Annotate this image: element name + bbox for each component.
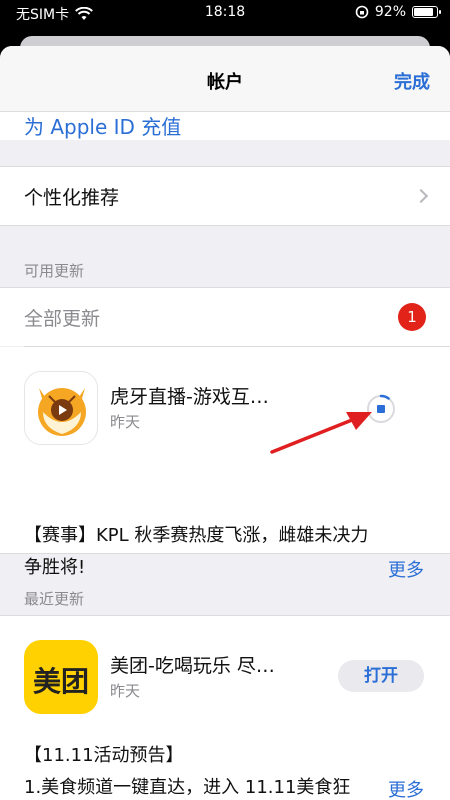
- divider: [0, 225, 450, 226]
- personalized-recommendations-row[interactable]: 个性化推荐: [0, 167, 450, 225]
- battery-fill: [414, 8, 433, 16]
- release-notes-line: 【赛事】KPL 秋季赛热度飞涨，雌雄未决力: [24, 525, 369, 546]
- update-count-badge: 1: [398, 303, 426, 331]
- huya-app-icon: [24, 371, 98, 445]
- update-all-label: 全部更新: [24, 308, 101, 330]
- more-link[interactable]: 更多: [382, 776, 424, 800]
- divider: [0, 553, 450, 554]
- meituan-icon-text: 美团: [32, 665, 89, 698]
- release-notes-line: 【11.11活动预告】: [24, 745, 184, 766]
- chevron-right-icon: [413, 188, 429, 204]
- open-button[interactable]: 打开: [338, 660, 424, 692]
- app-update-item-huya[interactable]: 虎牙直播-游戏互… 昨天 【赛事】KPL 秋季赛热度飞涨，雌雄未决力 争胜将! …: [0, 347, 450, 581]
- download-progress-icon[interactable]: [366, 394, 396, 424]
- battery-icon: [412, 6, 441, 18]
- done-button[interactable]: 完成: [394, 68, 430, 94]
- personalize-label: 个性化推荐: [24, 187, 120, 209]
- app-name: 虎牙直播-游戏互…: [110, 386, 269, 408]
- status-right: 92%: [355, 4, 441, 20]
- meituan-app-icon: 美团: [24, 640, 98, 714]
- recent-updates-header: 最近更新: [24, 590, 85, 608]
- app-update-date: 昨天: [110, 413, 141, 431]
- account-sheet: 帐户 完成 为 Apple ID 充值 个性化推荐 可用更新 全部更新 1 虎牙…: [0, 46, 450, 800]
- status-bar: 无SIM卡 18:18 92%: [0, 0, 450, 26]
- section-gap: [0, 140, 450, 166]
- available-updates-header: 可用更新: [24, 262, 85, 280]
- add-funds-row[interactable]: 为 Apple ID 充值: [0, 108, 450, 140]
- nav-bar: 帐户 完成: [0, 46, 450, 112]
- add-funds-label: 为 Apple ID 充值: [24, 115, 182, 139]
- app-update-item-meituan[interactable]: 美团 美团-吃喝玩乐 尽… 昨天 打开 【11.11活动预告】 1.美食频道一键…: [0, 616, 450, 800]
- orientation-lock-icon: [355, 5, 369, 19]
- page-title: 帐户: [207, 72, 243, 93]
- update-all-row[interactable]: 全部更新 1: [0, 288, 450, 346]
- battery-percent: 92%: [374, 4, 406, 20]
- release-notes-line: 争胜将!: [24, 557, 86, 578]
- release-notes-line: 1.美食频道一键直达，进入 11.11美食狂: [24, 777, 351, 798]
- app-name: 美团-吃喝玩乐 尽…: [110, 655, 275, 677]
- more-link[interactable]: 更多: [388, 556, 424, 582]
- app-update-date: 昨天: [110, 682, 141, 700]
